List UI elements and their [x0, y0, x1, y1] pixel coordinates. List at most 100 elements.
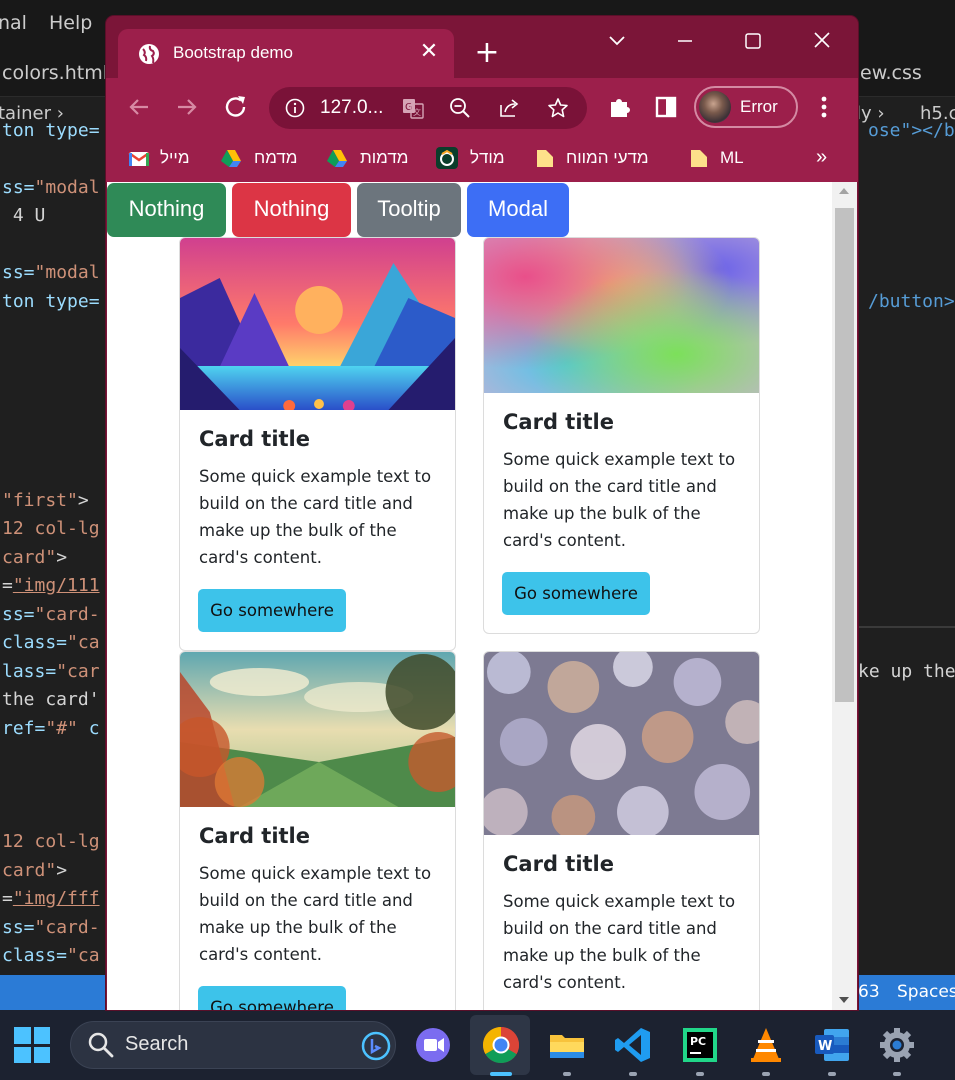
code-line: ss="card- [2, 604, 100, 625]
extensions-puzzle-icon[interactable] [603, 91, 635, 123]
scrollbar-thumb[interactable] [835, 208, 854, 702]
windows-start-icon[interactable] [14, 1027, 50, 1063]
teams-chat-icon[interactable] [413, 1025, 453, 1065]
bookmark-label: מייל [160, 148, 190, 167]
vscode-icon[interactable] [613, 1025, 653, 1065]
code-line: ="img/fff [2, 888, 100, 909]
reload-icon[interactable] [220, 91, 252, 123]
code-line: ton type= [2, 291, 100, 312]
drive-icon [221, 150, 241, 167]
url-text: 127.0... [320, 97, 384, 118]
card-title: Card title [503, 852, 614, 876]
forward-arrow-icon[interactable] [171, 91, 203, 123]
card-text: Some quick example text to build on the … [199, 864, 432, 964]
tab-search-chevron-icon[interactable] [602, 28, 632, 54]
vscode-running-indicator [629, 1072, 637, 1076]
code-line: "first"> [2, 490, 89, 511]
bookmarks-bar: מייל מדמח מדמות מודל מדעי המווח ML » [106, 136, 858, 182]
tab-title: Bootstrap demo [173, 43, 294, 62]
bookmark-folder-ml[interactable]: ML [688, 146, 748, 172]
word-running-indicator [828, 1072, 836, 1076]
tab-view-css[interactable]: ew.css [860, 62, 922, 84]
page-viewport[interactable]: Nothing Nothing Tooltip Modal Card title… [107, 182, 857, 1010]
card-text: Some quick example text to build on the … [199, 467, 432, 567]
code-line: ss="modal [2, 262, 100, 283]
card-title: Card title [199, 427, 310, 451]
menu-item-help[interactable]: Help [49, 12, 92, 34]
bookmark-drive-1[interactable]: מדמח [220, 146, 304, 172]
scroll-up-arrow-icon[interactable] [839, 188, 849, 194]
windows-taskbar: Search PC W [0, 1010, 955, 1080]
nothing-button-red[interactable]: Nothing [232, 183, 351, 237]
settings-gear-icon[interactable] [877, 1025, 917, 1065]
search-label: Search [125, 1033, 189, 1055]
bookmark-star-icon[interactable] [547, 97, 569, 119]
drive-icon [327, 150, 347, 167]
card-image-autumn-landscape [180, 652, 455, 807]
bookmark-drive-2[interactable]: מדמות [326, 146, 416, 172]
code-line: 4 U [2, 205, 46, 226]
minimize-icon[interactable] [670, 28, 700, 54]
pycharm-icon[interactable]: PC [680, 1025, 720, 1065]
bookmarks-overflow-icon[interactable]: » [816, 146, 827, 169]
new-tab-plus-icon[interactable]: + [472, 38, 502, 69]
file-explorer-icon[interactable] [547, 1025, 587, 1065]
bookmark-label: מודל [470, 148, 505, 167]
profile-button[interactable]: Error [694, 86, 798, 128]
settings-running-indicator [893, 1072, 901, 1076]
back-arrow-icon[interactable] [123, 91, 155, 123]
card-text: Some quick example text to build on the … [503, 892, 736, 992]
code-line: lass="car [2, 661, 100, 682]
code-line-right: /button> [868, 291, 955, 312]
bookmark-label: ML [720, 148, 744, 167]
site-info-icon[interactable] [285, 98, 305, 118]
card-title: Card title [503, 410, 614, 434]
bing-icon[interactable] [361, 1031, 391, 1061]
page-scrollbar[interactable] [832, 182, 857, 1010]
tooltip-button[interactable]: Tooltip [357, 183, 461, 237]
card-title: Card title [199, 824, 310, 848]
code-line: ref="#" c [2, 718, 100, 739]
go-somewhere-button[interactable]: Go somewhere [502, 572, 650, 615]
scroll-down-arrow-icon[interactable] [839, 997, 849, 1003]
taskbar-search-box[interactable]: Search [70, 1021, 396, 1069]
code-line: class="ca [2, 632, 100, 653]
chrome-running-indicator [490, 1072, 512, 1076]
bookmark-label: מדמות [360, 148, 409, 167]
chrome-icon[interactable] [481, 1025, 521, 1065]
menu-item-terminal[interactable]: nal [0, 12, 27, 34]
code-line: card"> [2, 860, 68, 881]
code-line: 12 col-lg [2, 518, 100, 539]
code-line: card"> [2, 547, 68, 568]
window-close-icon[interactable] [807, 28, 837, 54]
status-line-number[interactable]: 63 [858, 982, 880, 1002]
go-somewhere-button[interactable]: Go somewhere [198, 589, 346, 632]
translate-icon[interactable]: G文 [402, 97, 424, 119]
status-spaces[interactable]: Spaces: [897, 982, 955, 1002]
zoom-out-icon[interactable] [449, 97, 471, 119]
tab-colors-html[interactable]: colors.html [2, 62, 108, 84]
side-panel-icon[interactable] [650, 91, 682, 123]
bookmark-moodle[interactable]: מודל [436, 146, 516, 172]
card: Card title Some quick example text to bu… [483, 651, 760, 1010]
kebab-menu-icon[interactable] [808, 91, 840, 123]
address-bar[interactable]: 127.0... G文 [269, 87, 587, 129]
card: Card title Some quick example text to bu… [179, 651, 456, 1010]
share-icon[interactable] [498, 97, 520, 119]
vlc-icon[interactable] [746, 1025, 786, 1065]
chrome-titlebar: Bootstrap demo ✕ + [106, 16, 858, 79]
bookmark-mail[interactable]: מייל [128, 146, 200, 172]
browser-tab-active[interactable]: Bootstrap demo ✕ [118, 29, 454, 79]
maximize-icon[interactable] [738, 28, 768, 54]
card-text: Some quick example text to build on the … [503, 450, 736, 550]
code-line-right: ke up the [858, 661, 955, 682]
go-somewhere-button[interactable]: Go somewhere [198, 986, 346, 1010]
word-icon[interactable]: W [812, 1025, 852, 1065]
nothing-button-green[interactable]: Nothing [107, 183, 226, 237]
tab-close-icon[interactable]: ✕ [416, 39, 442, 65]
avatar [699, 91, 731, 123]
svg-text:文: 文 [413, 107, 421, 117]
modal-button[interactable]: Modal [467, 183, 569, 237]
bookmark-folder-cs[interactable]: מדעי המווח [534, 146, 674, 172]
card: Card title Some quick example text to bu… [179, 237, 456, 651]
